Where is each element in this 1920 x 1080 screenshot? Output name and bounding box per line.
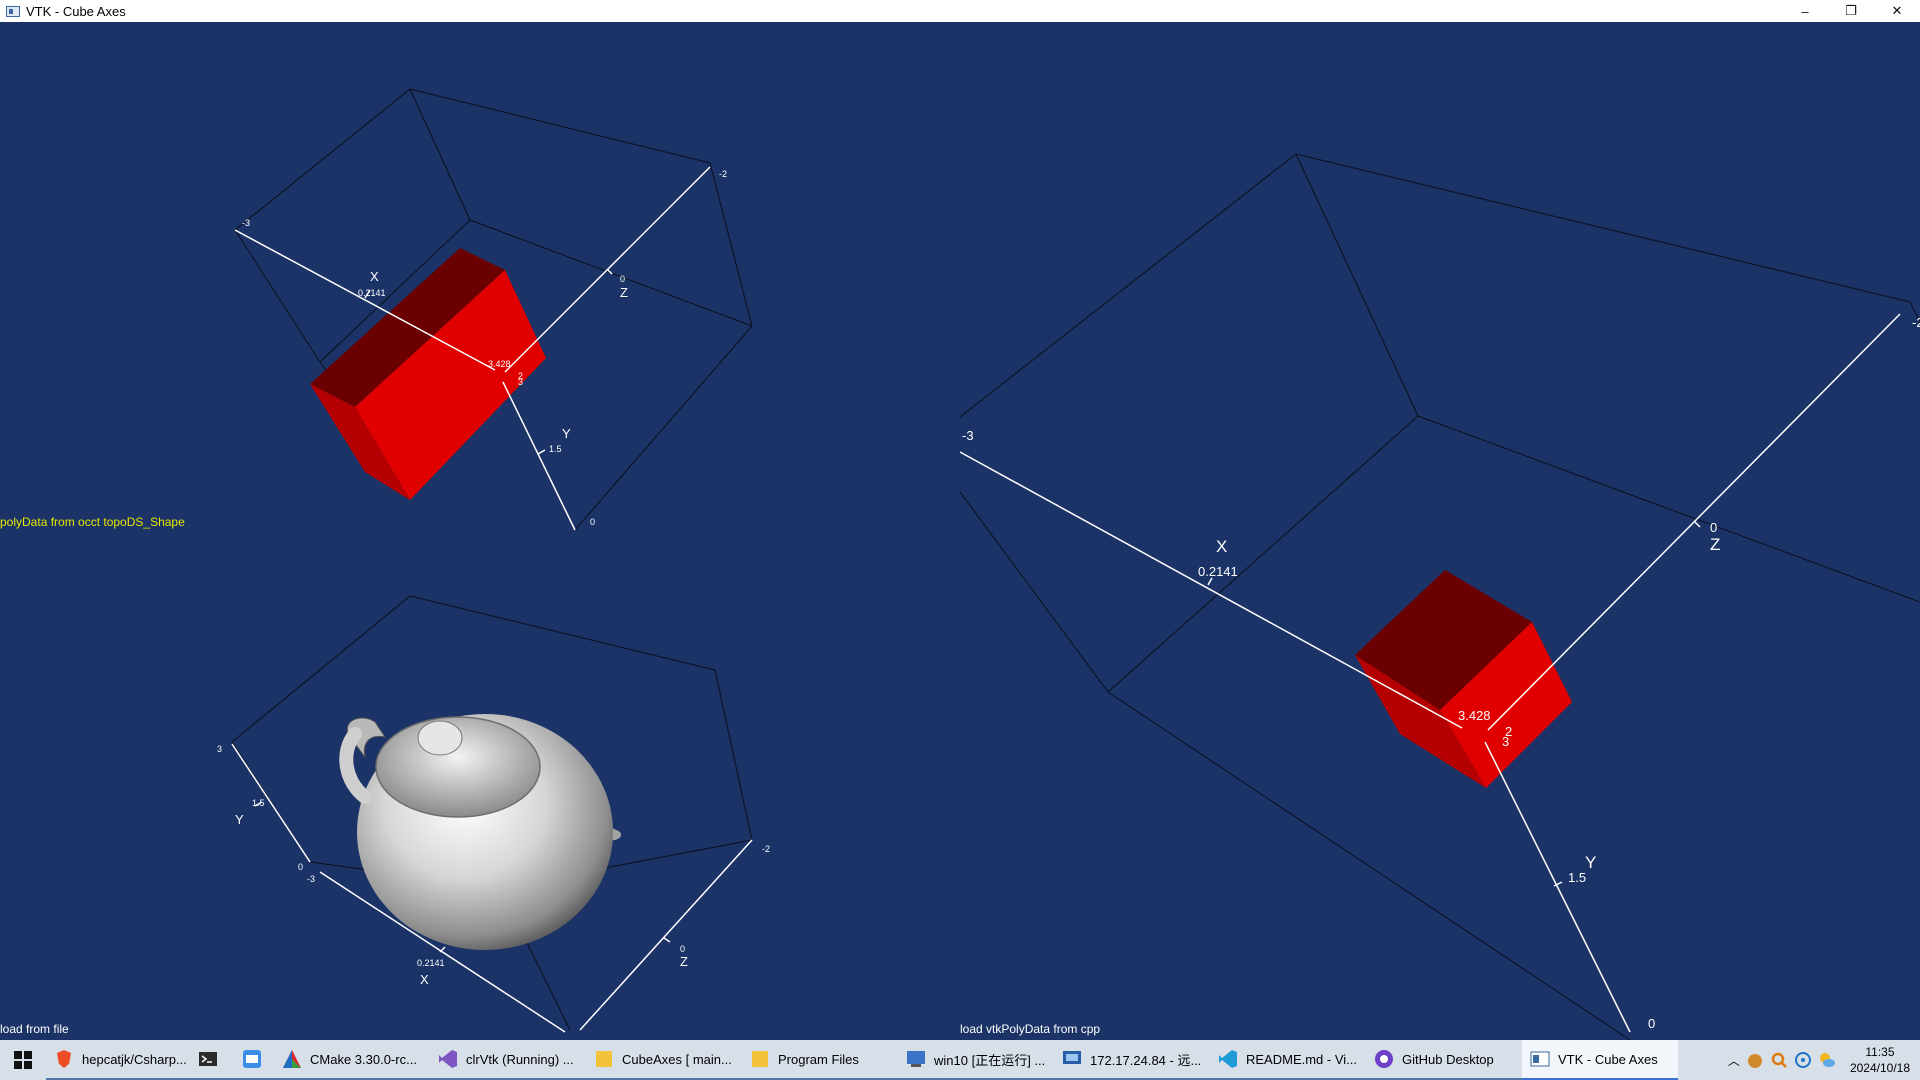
close-button[interactable]: ✕ bbox=[1874, 0, 1920, 22]
r-y-max-label: 3 bbox=[1502, 734, 1509, 749]
bl-y-min-label: 0 bbox=[298, 862, 303, 872]
taskbar-item-label: GitHub Desktop bbox=[1402, 1051, 1494, 1067]
search-tool-icon[interactable] bbox=[1770, 1051, 1788, 1069]
r-y-mid-label: 1.5 bbox=[1568, 870, 1586, 885]
cat-app-icon[interactable] bbox=[1746, 1051, 1764, 1069]
taskbar-item-label: CMake 3.30.0-rc... bbox=[310, 1051, 417, 1067]
teapot-model bbox=[339, 714, 621, 950]
taskbar-item-label: Program Files bbox=[778, 1051, 859, 1067]
taskbar-item-vscode[interactable]: README.md - Vi... bbox=[1210, 1040, 1366, 1080]
system-clock[interactable]: 11:35 2024/10/18 bbox=[1850, 1044, 1910, 1076]
bottom-left-viewport-label: load from file bbox=[0, 1022, 69, 1036]
taskbar-item-label: 172.17.24.84 - 远... bbox=[1090, 1052, 1202, 1068]
taskbar-item-notes[interactable] bbox=[230, 1040, 274, 1080]
vtk-app-icon bbox=[6, 5, 20, 17]
taskbar-item-label: clrVtk (Running) ... bbox=[466, 1051, 574, 1067]
bl-x-min-label: -3 bbox=[307, 874, 315, 884]
render-window[interactable]: -3 X 0.2141 3.428 2 0 Z -2 3 Y 1.5 0 3 1… bbox=[0, 22, 1920, 1040]
taskbar-item-github-desktop[interactable]: GitHub Desktop bbox=[1366, 1040, 1522, 1080]
taskbar-item-label: hepcatjk/Csharp... bbox=[82, 1051, 186, 1067]
bl-y-mid-label: 1.5 bbox=[252, 798, 265, 808]
viewport-top-left[interactable]: -3 X 0.2141 3.428 2 0 Z -2 3 Y 1.5 0 bbox=[234, 88, 753, 531]
window-titlebar: VTK - Cube Axes – ❐ ✕ bbox=[0, 0, 1920, 22]
virtual-machine-icon bbox=[907, 1051, 925, 1067]
weather-icon[interactable] bbox=[1818, 1051, 1836, 1069]
taskbar-item-vtk-cube-axes[interactable]: VTK - Cube Axes bbox=[1522, 1040, 1678, 1080]
tl-y-max-label: 3 bbox=[518, 377, 523, 387]
taskbar-item-terminal[interactable] bbox=[186, 1040, 230, 1080]
bl-y-max-label: 3 bbox=[217, 744, 222, 754]
taskbar-item-brave[interactable]: hepcatjk/Csharp... bbox=[46, 1040, 186, 1080]
r-z-min-label: -2 bbox=[1912, 315, 1920, 330]
taskbar-item-label: win10 [正在运行] ... bbox=[934, 1052, 1046, 1068]
top-left-viewport-label: polyData from occt topoDS_Shape bbox=[0, 515, 185, 529]
start-button[interactable] bbox=[0, 1040, 46, 1080]
tl-z-min-label: -2 bbox=[719, 169, 727, 179]
right-viewport-label: load vtkPolyData from cpp bbox=[960, 1022, 1101, 1036]
tl-x-mid-label: 0.2141 bbox=[358, 288, 386, 298]
r-x-title: X bbox=[1216, 537, 1227, 556]
tl-x-max-label: 3.428 bbox=[488, 359, 511, 369]
bl-z-title: Z bbox=[680, 954, 688, 969]
red-cube-top-left bbox=[310, 248, 546, 500]
r-x-min-label: -3 bbox=[962, 428, 974, 443]
taskbar-item-program-files[interactable]: Program Files bbox=[742, 1040, 898, 1080]
tl-y-mid-label: 1.5 bbox=[549, 444, 562, 454]
r-z-mid-label: 0 bbox=[1710, 520, 1717, 535]
r-y-title: Y bbox=[1585, 853, 1596, 872]
restore-button[interactable]: ❐ bbox=[1828, 0, 1874, 22]
minimize-button[interactable]: – bbox=[1782, 0, 1828, 22]
visual-studio-icon bbox=[439, 1050, 457, 1068]
tl-y-title: Y bbox=[562, 426, 571, 441]
notes-app-icon bbox=[243, 1050, 261, 1068]
remote-desktop-icon bbox=[1063, 1051, 1081, 1064]
r-x-mid-label: 0.2141 bbox=[1198, 564, 1238, 579]
taskbar-item-virtual-machine[interactable]: win10 [正在运行] ... bbox=[898, 1040, 1054, 1080]
taskbar-item-remote-desktop[interactable]: 172.17.24.84 - 远... bbox=[1054, 1040, 1210, 1080]
clock-time: 11:35 bbox=[1865, 1045, 1895, 1059]
cmake-icon bbox=[283, 1050, 301, 1068]
r-z-title: Z bbox=[1710, 535, 1720, 554]
r-y-min-label: 0 bbox=[1648, 1016, 1655, 1031]
tl-y-min-label: 0 bbox=[590, 517, 595, 527]
clock-date: 2024/10/18 bbox=[1849, 1061, 1910, 1075]
vscode-icon bbox=[1219, 1050, 1237, 1068]
brave-browser-icon bbox=[57, 1050, 71, 1068]
chevron-up-icon[interactable]: ︿ bbox=[1728, 1052, 1740, 1069]
render-canvas[interactable]: -3 X 0.2141 3.428 2 0 Z -2 3 Y 1.5 0 3 1… bbox=[0, 22, 1920, 1040]
taskbar-item-cubeaxes-folder[interactable]: CubeAxes [ main... bbox=[586, 1040, 742, 1080]
bl-z-min-label: -2 bbox=[762, 844, 770, 854]
taskbar-item-label: VTK - Cube Axes bbox=[1558, 1051, 1658, 1067]
viewport-right[interactable]: -3 X 0.2141 3.428 2 3 0 Z -2 Y 1.5 0 bbox=[959, 153, 1920, 1040]
r-x-max-label: 3.428 bbox=[1458, 708, 1491, 723]
windows-taskbar: hepcatjk/Csharp... CMake 3.30.0-rc... cl… bbox=[0, 1040, 1920, 1080]
taskbar-item-cmake[interactable]: CMake 3.30.0-rc... bbox=[274, 1040, 430, 1080]
terminal-icon bbox=[199, 1052, 217, 1066]
bl-z-mid-label: 0 bbox=[680, 944, 685, 954]
taskbar-item-label: README.md - Vi... bbox=[1246, 1051, 1358, 1067]
folder-icon bbox=[752, 1051, 768, 1067]
vtk-window-icon bbox=[1530, 1051, 1550, 1067]
github-icon bbox=[1375, 1050, 1393, 1068]
tl-x-min-label: -3 bbox=[242, 218, 250, 228]
taskbar-item-visual-studio[interactable]: clrVtk (Running) ... bbox=[430, 1040, 586, 1080]
window-title: VTK - Cube Axes bbox=[26, 3, 126, 19]
tl-z-mid-label: 0 bbox=[620, 274, 625, 284]
network-status-icon[interactable] bbox=[1794, 1051, 1812, 1069]
bl-y-title: Y bbox=[235, 812, 244, 827]
tl-x-title: X bbox=[370, 269, 379, 284]
viewport-bottom-left[interactable]: 3 1.5 Y 0 -3 0.2141 X 0 Z -2 bbox=[217, 595, 770, 1033]
taskbar-item-label: CubeAxes [ main... bbox=[622, 1051, 732, 1067]
windows-logo-icon bbox=[14, 1051, 32, 1069]
tl-z-title: Z bbox=[620, 285, 628, 300]
folder-icon bbox=[596, 1051, 612, 1067]
system-tray: ︿ 11:35 2024/10/18 bbox=[1728, 1040, 1920, 1080]
bl-x-title: X bbox=[420, 972, 429, 987]
bl-x-mid-label: 0.2141 bbox=[417, 958, 445, 968]
